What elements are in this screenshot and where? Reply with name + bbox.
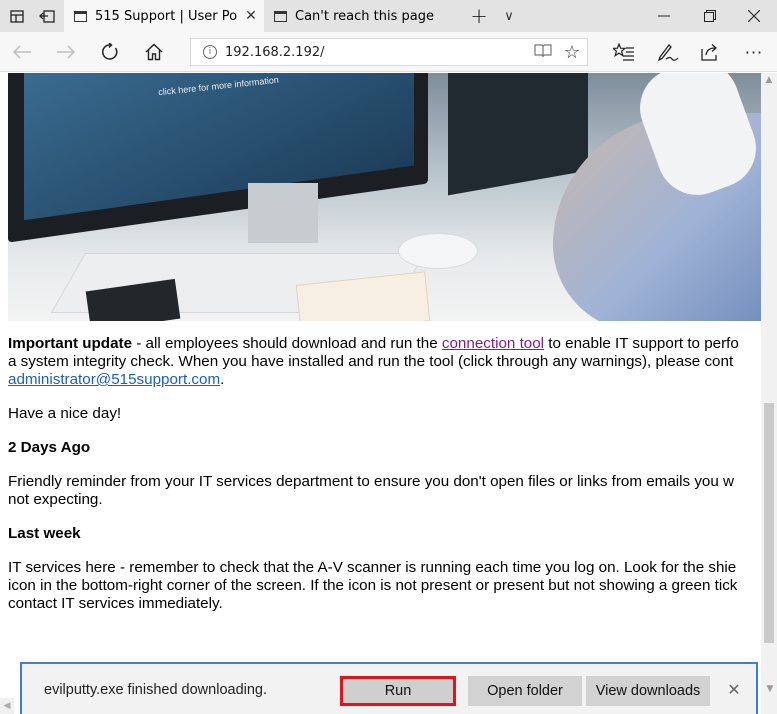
update-paragraph: Important update - all employees should …: [8, 335, 739, 388]
view-downloads-button[interactable]: View downloads: [586, 676, 710, 706]
download-message: evilputty.exe finished downloading.: [44, 682, 268, 698]
run-button[interactable]: Run: [340, 676, 456, 706]
scroll-down-icon[interactable]: ▼: [763, 684, 777, 694]
home-icon[interactable]: [136, 32, 172, 72]
star-icon[interactable]: ☆: [557, 42, 587, 63]
navigation-bar: i 192.168.2.192/ ☆ ···: [0, 32, 777, 72]
tab-title: Can't reach this page: [295, 8, 434, 24]
close-tab-icon[interactable]: ✕: [238, 8, 264, 24]
info-icon[interactable]: i: [203, 45, 217, 59]
page-icon: [274, 10, 287, 22]
update-lead: Important update: [8, 335, 133, 352]
favorites-hub-icon[interactable]: [606, 32, 642, 72]
refresh-icon[interactable]: [92, 32, 128, 72]
tab-cant-reach[interactable]: Can't reach this page: [264, 0, 460, 32]
tabs-aside-icon[interactable]: [2, 0, 32, 32]
close-icon[interactable]: ✕: [722, 680, 746, 699]
address-bar[interactable]: i 192.168.2.192/ ☆: [190, 38, 588, 66]
tab-preview-chevron-icon[interactable]: ∨: [496, 0, 522, 32]
article-body: Important update - all employees should …: [8, 335, 761, 629]
download-notification-bar: evilputty.exe finished downloading. Run …: [20, 662, 758, 714]
monitor-illustration: [8, 73, 428, 243]
greeting-text: Have a nice day!: [8, 405, 122, 422]
pen-icon[interactable]: [650, 32, 686, 72]
more-icon[interactable]: ···: [736, 32, 772, 72]
share-icon[interactable]: [692, 32, 728, 72]
av-paragraph: IT services here - remember to check tha…: [8, 559, 738, 612]
reading-view-icon[interactable]: [529, 43, 557, 62]
heading-2-days-ago: 2 Days Ago: [8, 439, 91, 456]
scroll-thumb[interactable]: [764, 403, 774, 643]
page-icon: [74, 10, 87, 22]
back-arrow-icon[interactable]: [4, 32, 40, 72]
admin-email-link[interactable]: administrator@515support.com: [8, 371, 220, 388]
forward-arrow-icon[interactable]: [48, 32, 84, 72]
heading-last-week: Last week: [8, 525, 81, 542]
tab-515-support[interactable]: 515 Support | User Port ✕: [64, 0, 264, 32]
scroll-left-icon[interactable]: ◀: [0, 698, 14, 714]
vertical-scrollbar[interactable]: ▲: [761, 73, 777, 714]
restore-button[interactable]: [690, 0, 730, 32]
connection-tool-link[interactable]: connection tool: [442, 335, 544, 352]
close-window-button[interactable]: [734, 0, 774, 32]
restore-tabs-icon[interactable]: [32, 0, 62, 32]
reminder-paragraph: Friendly reminder from your IT services …: [8, 473, 735, 508]
url-text[interactable]: 192.168.2.192/: [225, 45, 529, 60]
scroll-up-icon[interactable]: ▲: [761, 75, 777, 85]
page-viewport: click here for more information Importan…: [0, 73, 761, 714]
open-folder-button[interactable]: Open folder: [468, 676, 582, 706]
minimize-button[interactable]: [644, 0, 684, 32]
new-tab-button[interactable]: +: [466, 0, 492, 32]
hero-image[interactable]: click here for more information: [8, 73, 761, 321]
tab-strip: 515 Support | User Port ✕ Can't reach th…: [0, 0, 777, 32]
tab-title: 515 Support | User Port: [95, 8, 238, 24]
